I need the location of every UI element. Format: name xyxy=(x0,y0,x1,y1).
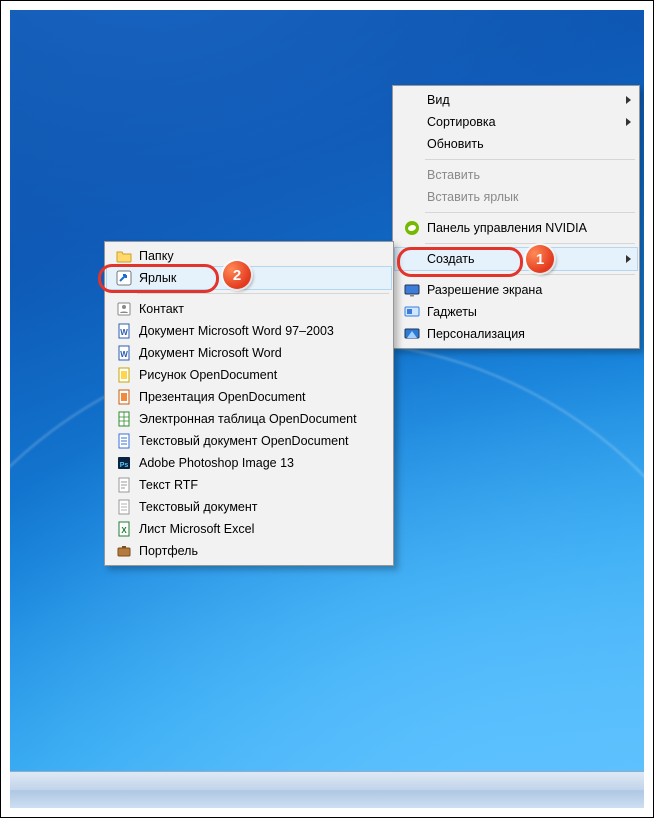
submenu-item-od-pres[interactable]: Презентация OpenDocument xyxy=(107,386,391,408)
submenu-item-label: Контакт xyxy=(135,302,184,316)
menu-item-create[interactable]: Создать xyxy=(395,248,637,270)
menu-item-paste: Вставить xyxy=(395,164,637,186)
submenu-item-word97[interactable]: W Документ Microsoft Word 97–2003 xyxy=(107,320,391,342)
submenu-item-label: Электронная таблица OpenDocument xyxy=(135,412,357,426)
submenu-item-label: Папку xyxy=(135,249,174,263)
submenu-item-word[interactable]: W Документ Microsoft Word xyxy=(107,342,391,364)
menu-item-label: Панель управления NVIDIA xyxy=(423,221,587,235)
personalization-icon xyxy=(404,326,420,342)
menu-item-label: Вид xyxy=(423,93,450,107)
submenu-item-folder[interactable]: Папку xyxy=(107,245,391,267)
taskbar[interactable] xyxy=(10,771,644,808)
desktop[interactable]: Вид Сортировка Обновить Вставить Вставит… xyxy=(10,10,644,808)
desktop-context-menu: Вид Сортировка Обновить Вставить Вставит… xyxy=(392,85,640,349)
gadgets-icon xyxy=(404,304,420,320)
menu-separator xyxy=(425,212,635,213)
submenu-arrow-icon xyxy=(626,96,631,104)
submenu-item-label: Adobe Photoshop Image 13 xyxy=(135,456,294,470)
briefcase-icon xyxy=(116,543,132,559)
submenu-arrow-icon xyxy=(626,118,631,126)
menu-item-label: Вставить ярлык xyxy=(423,190,519,204)
menu-item-paste-shortcut: Вставить ярлык xyxy=(395,186,637,208)
menu-item-label: Разрешение экрана xyxy=(423,283,542,297)
submenu-item-label: Рисунок OpenDocument xyxy=(135,368,277,382)
create-submenu: Папку Ярлык Контакт W Документ Microsoft xyxy=(104,241,394,566)
submenu-arrow-icon xyxy=(626,255,631,263)
submenu-item-label: Документ Microsoft Word xyxy=(135,346,282,360)
menu-separator xyxy=(137,293,389,294)
submenu-item-label: Текст RTF xyxy=(135,478,198,492)
submenu-item-txt[interactable]: Текстовый документ xyxy=(107,496,391,518)
word-doc-icon: W xyxy=(116,345,132,361)
menu-item-screen-resolution[interactable]: Разрешение экрана xyxy=(395,279,637,301)
opendocument-presentation-icon xyxy=(116,389,132,405)
contact-icon xyxy=(116,301,132,317)
submenu-item-label: Портфель xyxy=(135,544,198,558)
menu-item-nvidia[interactable]: Панель управления NVIDIA xyxy=(395,217,637,239)
menu-item-sort[interactable]: Сортировка xyxy=(395,111,637,133)
menu-item-view[interactable]: Вид xyxy=(395,89,637,111)
menu-item-label: Гаджеты xyxy=(423,305,477,319)
submenu-item-shortcut[interactable]: Ярлык xyxy=(107,267,391,289)
shortcut-icon xyxy=(116,270,132,286)
menu-separator xyxy=(425,243,635,244)
menu-item-label: Сортировка xyxy=(423,115,496,129)
folder-icon xyxy=(116,248,132,264)
svg-text:X: X xyxy=(121,526,127,535)
menu-separator xyxy=(425,159,635,160)
submenu-item-label: Лист Microsoft Excel xyxy=(135,522,254,536)
submenu-item-psd[interactable]: Ps Adobe Photoshop Image 13 xyxy=(107,452,391,474)
svg-text:W: W xyxy=(120,350,128,359)
submenu-item-label: Текстовый документ OpenDocument xyxy=(135,434,349,448)
opendocument-text-icon xyxy=(116,433,132,449)
word-doc-icon: W xyxy=(116,323,132,339)
submenu-item-od-text[interactable]: Текстовый документ OpenDocument xyxy=(107,430,391,452)
submenu-item-label: Документ Microsoft Word 97–2003 xyxy=(135,324,334,338)
menu-item-refresh[interactable]: Обновить xyxy=(395,133,637,155)
menu-item-label: Вставить xyxy=(423,168,480,182)
svg-text:W: W xyxy=(120,328,128,337)
submenu-item-contact[interactable]: Контакт xyxy=(107,298,391,320)
submenu-item-od-draw[interactable]: Рисунок OpenDocument xyxy=(107,364,391,386)
submenu-item-briefcase[interactable]: Портфель xyxy=(107,540,391,562)
text-file-icon xyxy=(116,499,132,515)
nvidia-icon xyxy=(404,220,420,236)
excel-icon: X xyxy=(116,521,132,537)
menu-item-label: Персонализация xyxy=(423,327,525,341)
submenu-item-label: Презентация OpenDocument xyxy=(135,390,306,404)
screen-resolution-icon xyxy=(404,282,420,298)
svg-text:Ps: Ps xyxy=(120,462,129,469)
submenu-item-od-sheet[interactable]: Электронная таблица OpenDocument xyxy=(107,408,391,430)
menu-separator xyxy=(425,274,635,275)
rtf-icon xyxy=(116,477,132,493)
menu-item-label: Обновить xyxy=(423,137,484,151)
menu-item-label: Создать xyxy=(423,252,475,266)
submenu-item-label: Текстовый документ xyxy=(135,500,258,514)
menu-item-personalization[interactable]: Персонализация xyxy=(395,323,637,345)
submenu-item-rtf[interactable]: Текст RTF xyxy=(107,474,391,496)
menu-item-gadgets[interactable]: Гаджеты xyxy=(395,301,637,323)
submenu-item-xls[interactable]: X Лист Microsoft Excel xyxy=(107,518,391,540)
submenu-item-label: Ярлык xyxy=(135,271,176,285)
opendocument-spreadsheet-icon xyxy=(116,411,132,427)
opendocument-drawing-icon xyxy=(116,367,132,383)
photoshop-icon: Ps xyxy=(116,455,132,471)
